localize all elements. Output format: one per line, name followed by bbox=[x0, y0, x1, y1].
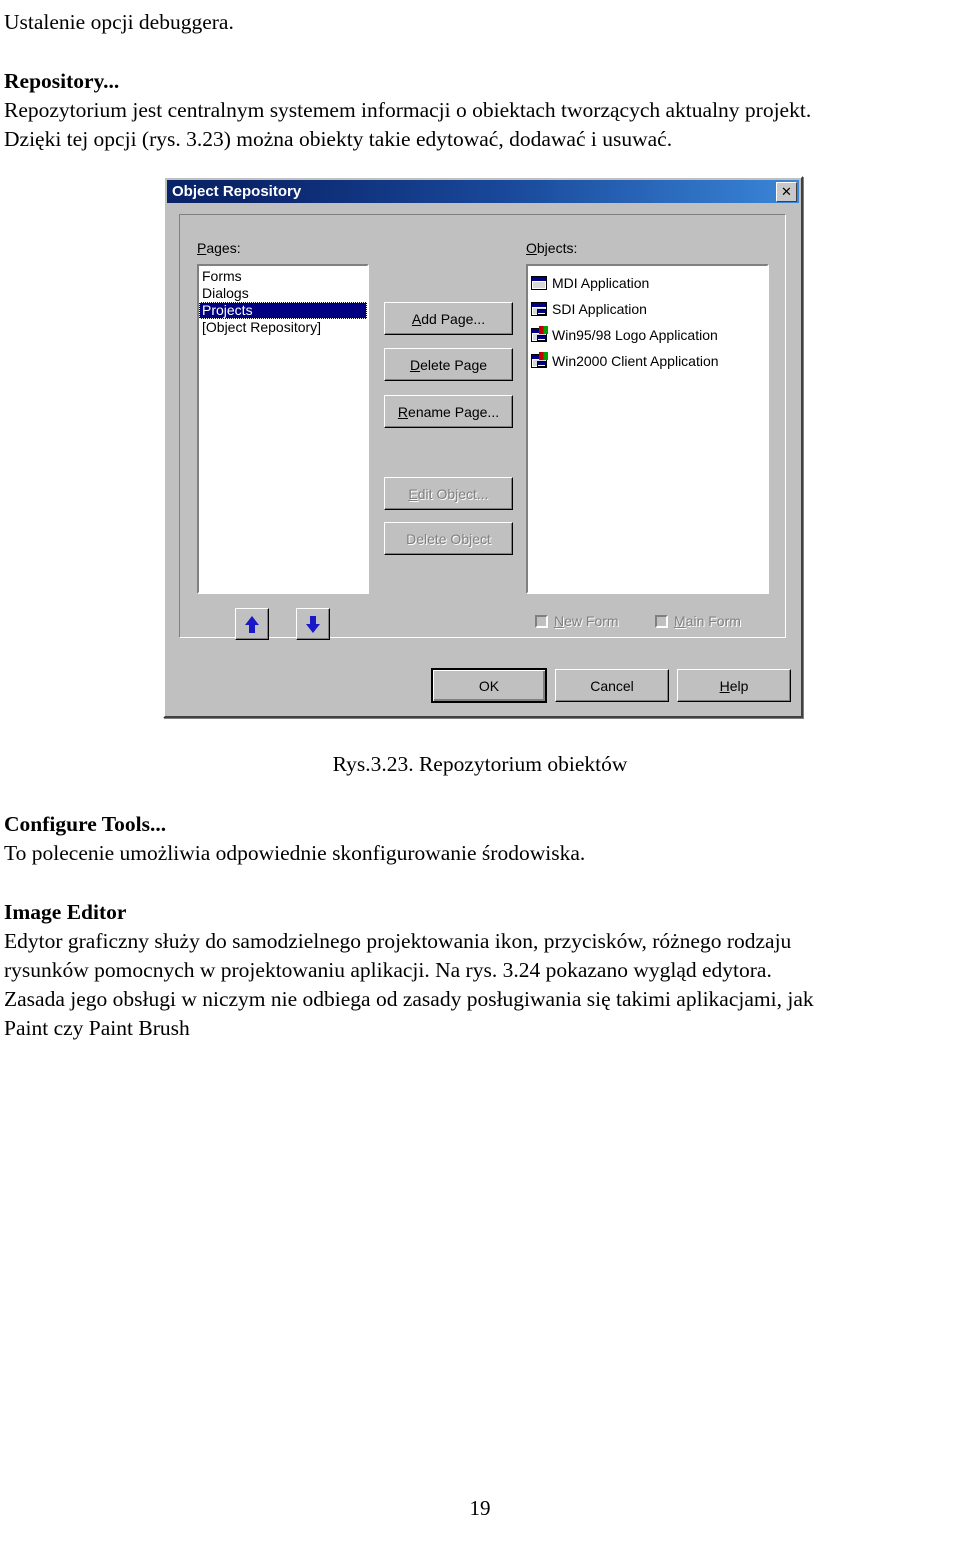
pages-label-accel: P bbox=[197, 240, 207, 256]
list-item[interactable]: SDI Application bbox=[528, 296, 767, 322]
objects-label: Objects: bbox=[526, 240, 577, 256]
configure-tools-heading: Configure Tools... bbox=[4, 812, 167, 836]
move-up-button[interactable] bbox=[235, 608, 269, 640]
image-editor-line-3: Zasada jego obsługi w niczym nie odbiega… bbox=[4, 987, 814, 1011]
win9x-logo-window-icon bbox=[531, 326, 548, 342]
document-body-lower: Configure Tools... To polecenie umożliwi… bbox=[0, 810, 960, 1043]
list-item[interactable]: Win2000 Client Application bbox=[528, 348, 767, 374]
rename-page-button[interactable]: Rename Page... bbox=[384, 395, 513, 428]
delete-page-accel: D bbox=[409, 356, 421, 373]
cancel-button[interactable]: Cancel bbox=[555, 669, 669, 702]
list-item[interactable]: [Object Repository] bbox=[199, 319, 367, 336]
pages-listbox[interactable]: Forms Dialogs Projects [Object Repositor… bbox=[197, 264, 369, 594]
move-down-button[interactable] bbox=[296, 608, 330, 640]
sdi-window-icon bbox=[531, 302, 547, 316]
list-item[interactable]: MDI Application bbox=[528, 270, 767, 296]
delete-object-button[interactable]: Delete Object bbox=[384, 522, 513, 555]
objects-label-rest: bjects: bbox=[536, 240, 578, 256]
pages-item-label: Projects bbox=[202, 302, 253, 318]
configure-tools-paragraph: To polecenie umożliwia odpowiednie skonf… bbox=[4, 841, 586, 865]
cancel-label: Cancel bbox=[590, 677, 634, 694]
objects-item-label: Win2000 Client Application bbox=[552, 352, 719, 369]
arrow-up-icon bbox=[245, 615, 259, 633]
figure-caption: Rys.3.23. Repozytorium obiektów bbox=[332, 752, 628, 776]
pages-label-rest: ages: bbox=[206, 240, 241, 256]
list-item[interactable]: Forms bbox=[199, 268, 367, 285]
delete-object-label: Delete Object bbox=[406, 530, 491, 547]
rename-page-label: ename Page... bbox=[408, 403, 500, 420]
image-editor-line-1: Edytor graficzny służy do samodzielnego … bbox=[4, 929, 792, 953]
rename-page-accel: R bbox=[397, 403, 409, 420]
dialog-title: Object Repository bbox=[172, 183, 302, 200]
new-form-label: ew Form bbox=[564, 613, 619, 629]
help-button[interactable]: Help bbox=[677, 669, 791, 702]
win2000-window-icon bbox=[531, 352, 548, 368]
edit-object-button[interactable]: Edit Object... bbox=[384, 477, 513, 510]
list-item[interactable]: Dialogs bbox=[199, 285, 367, 302]
arrow-down-icon bbox=[306, 615, 320, 633]
help-label: elp bbox=[729, 677, 749, 694]
repository-heading: Repository... bbox=[4, 69, 120, 93]
image-editor-heading: Image Editor bbox=[4, 900, 127, 924]
object-repository-dialog: Object Repository ✕ Pages: Forms Dialogs… bbox=[163, 176, 803, 718]
checkbox-icon[interactable] bbox=[655, 614, 668, 628]
close-icon[interactable]: ✕ bbox=[776, 181, 797, 202]
objects-item-label: MDI Application bbox=[552, 274, 650, 291]
mdi-window-icon bbox=[531, 276, 547, 290]
objects-listbox[interactable]: MDI Application SDI Application Win95/98… bbox=[526, 264, 769, 594]
repository-paragraph-line-1: Repozytorium jest centralnym systemem in… bbox=[4, 98, 812, 122]
new-form-accel: N bbox=[554, 613, 565, 629]
document-body: Ustalenie opcji debuggera. Repository...… bbox=[0, 0, 960, 154]
add-page-label: dd Page... bbox=[421, 310, 486, 327]
new-form-checkbox-row[interactable]: New Form bbox=[535, 613, 619, 629]
main-form-label: ain Form bbox=[685, 613, 741, 629]
pages-item-label: Forms bbox=[202, 268, 242, 284]
edit-object-accel: E bbox=[408, 485, 418, 502]
intro-line: Ustalenie opcji debuggera. bbox=[4, 10, 234, 34]
checkbox-icon[interactable] bbox=[535, 614, 548, 628]
objects-item-label: Win95/98 Logo Application bbox=[552, 326, 718, 343]
help-accel: H bbox=[719, 677, 730, 694]
add-page-accel: A bbox=[411, 310, 422, 327]
list-item[interactable]: Win95/98 Logo Application bbox=[528, 322, 767, 348]
repository-paragraph-line-2: Dzięki tej opcji (rys. 3.23) można obiek… bbox=[4, 127, 673, 151]
ok-button[interactable]: OK bbox=[432, 669, 546, 702]
list-item[interactable]: Projects bbox=[199, 302, 367, 319]
objects-label-accel: O bbox=[526, 240, 537, 256]
main-form-accel: M bbox=[674, 613, 686, 629]
ok-label: OK bbox=[478, 677, 500, 694]
pages-item-label: Dialogs bbox=[202, 285, 249, 301]
main-form-checkbox-row[interactable]: Main Form bbox=[655, 613, 741, 629]
pages-item-label: [Object Repository] bbox=[202, 319, 322, 335]
delete-page-button[interactable]: Delete Page bbox=[384, 348, 513, 381]
objects-item-label: SDI Application bbox=[552, 300, 647, 317]
page-number: 19 bbox=[469, 1496, 491, 1520]
image-editor-line-4: Paint czy Paint Brush bbox=[4, 1016, 190, 1040]
edit-object-label: dit Object... bbox=[417, 485, 489, 502]
dialog-titlebar: Object Repository ✕ bbox=[167, 180, 799, 203]
image-editor-line-2: rysunków pomocnych w projektowaniu aplik… bbox=[4, 958, 772, 982]
pages-label: Pages: bbox=[197, 240, 241, 256]
add-page-button[interactable]: Add Page... bbox=[384, 302, 513, 335]
delete-page-label: elete Page bbox=[420, 356, 488, 373]
